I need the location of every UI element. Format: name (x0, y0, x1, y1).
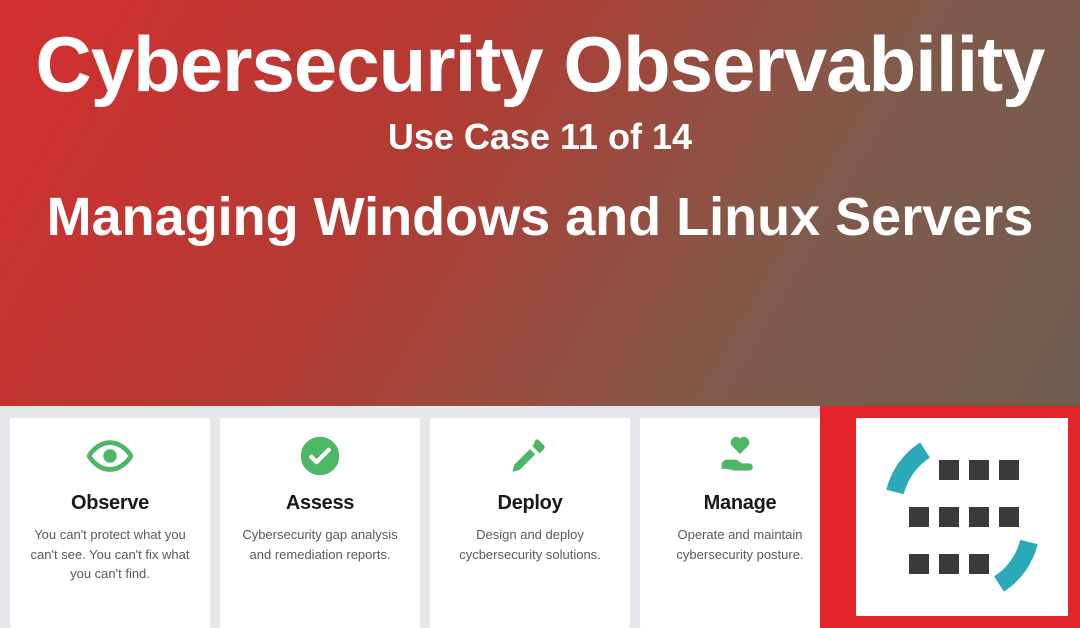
card-title: Assess (286, 492, 354, 515)
use-case-heading: Managing Windows and Linux Servers (20, 186, 1060, 248)
card-deploy: Deploy Design and deploy cycbersecurity … (430, 418, 630, 628)
company-logo (856, 418, 1068, 616)
card-manage: Manage Operate and maintain cybersecurit… (640, 418, 840, 628)
card-title: Deploy (498, 492, 563, 515)
card-title: Manage (704, 492, 777, 515)
use-case-subtitle: Use Case 11 of 14 (20, 116, 1060, 158)
page-title: Cybersecurity Observability (20, 24, 1060, 106)
card-title: Observe (71, 492, 149, 515)
card-observe: Observe You can't protect what you can't… (10, 418, 210, 628)
eye-icon (87, 434, 133, 478)
hammer-icon (509, 434, 551, 478)
card-desc: Design and deploy cycbersecurity solutio… (442, 525, 618, 564)
card-desc: You can't protect what you can't see. Yo… (22, 525, 198, 584)
card-desc: Operate and maintain cybersecurity postu… (652, 525, 828, 564)
heart-hand-icon (718, 434, 762, 478)
card-assess: Assess Cybersecurity gap analysis and re… (220, 418, 420, 628)
logo-icon (877, 432, 1047, 602)
hero-section: Cybersecurity Observability Use Case 11 … (0, 0, 1080, 248)
card-desc: Cybersecurity gap analysis and remediati… (232, 525, 408, 564)
cards-container: Observe You can't protect what you can't… (10, 418, 840, 628)
check-icon (299, 434, 341, 478)
